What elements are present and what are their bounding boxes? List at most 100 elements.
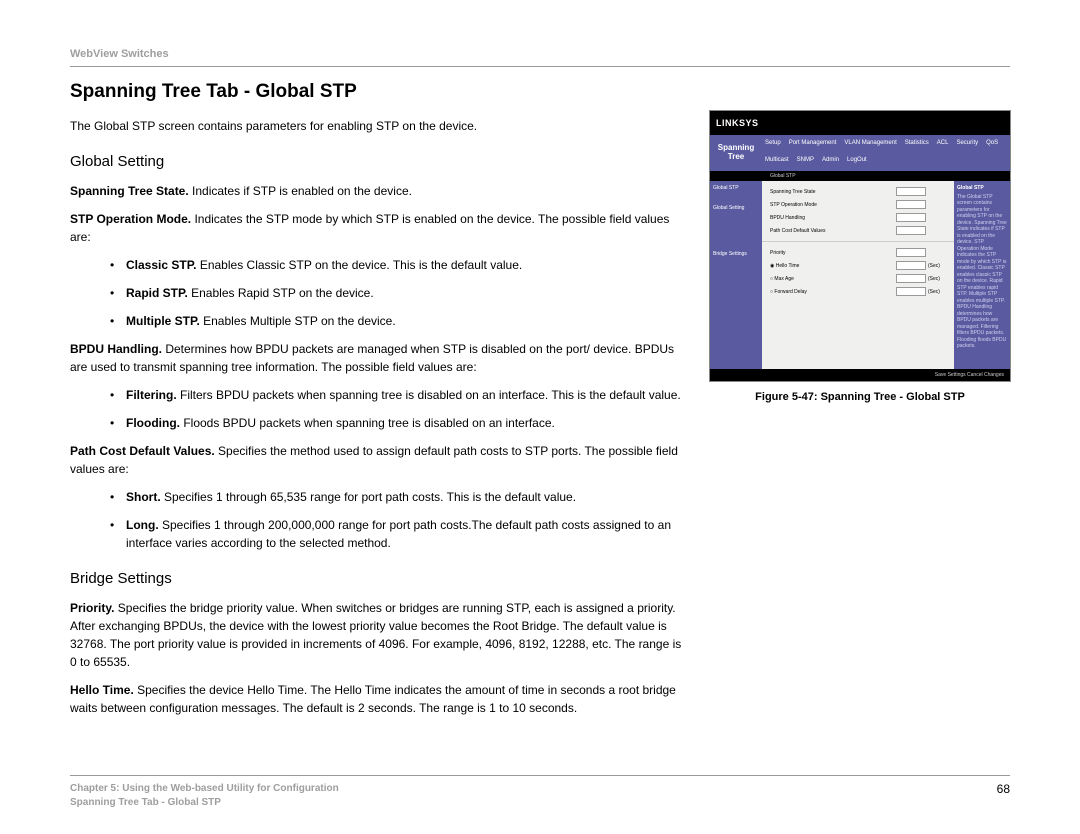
list-item: Short. Specifies 1 through 65,535 range … (70, 488, 682, 506)
nav-tab: Security (953, 139, 981, 147)
section-global-setting: Global Setting (70, 153, 682, 170)
sidebar-item: Global STP (713, 185, 759, 191)
nav-tab: QoS (983, 139, 1001, 147)
stp-operation-mode-desc: STP Operation Mode. Indicates the STP mo… (70, 210, 682, 246)
figure-subnav: Global STP (710, 171, 1010, 181)
page-number: 68 (997, 782, 1010, 796)
nav-tab: Multicast (762, 156, 792, 164)
label-bold: Priority. (70, 601, 114, 615)
nav-tab: VLAN Management (841, 139, 899, 147)
form-row: STP Operation Mode (770, 200, 946, 209)
input-field (896, 274, 926, 283)
figure-caption: Figure 5-47: Spanning Tree - Global STP (710, 391, 1010, 403)
item-text: Specifies 1 through 65,535 range for por… (161, 490, 576, 504)
form-row: Path Cost Default Values (770, 226, 946, 235)
nav-tab: ACL (934, 139, 952, 147)
sidebar-item: Global Setting (713, 205, 759, 211)
nav-label-line2: Tree (728, 153, 744, 162)
item-bold: Flooding. (126, 416, 180, 430)
item-bold: Multiple STP. (126, 314, 200, 328)
main-text-column: Spanning Tree Tab - Global STP The Globa… (70, 81, 682, 727)
nav-tab: Statistics (902, 139, 932, 147)
intro-paragraph: The Global STP screen contains parameter… (70, 117, 682, 135)
subnav-item: Global STP (770, 173, 796, 179)
sidebar-item: Bridge Settings (713, 251, 759, 257)
list-item: Flooding. Floods BPDU packets when spann… (70, 414, 682, 432)
item-text: Enables Multiple STP on the device. (200, 314, 396, 328)
running-header: WebView Switches (70, 48, 1010, 60)
form-label: STP Operation Mode (770, 202, 896, 208)
item-bold: Short. (126, 490, 161, 504)
nav-tab: Admin (819, 156, 842, 164)
form-label: Max Age (774, 276, 793, 282)
list-item: Classic STP. Enables Classic STP on the … (70, 256, 682, 274)
form-label: Priority (770, 250, 896, 256)
form-row: ◉ Hello Time(Sec) (770, 261, 946, 270)
path-cost-desc: Path Cost Default Values. Specifies the … (70, 442, 682, 478)
label-bold: BPDU Handling. (70, 342, 162, 356)
path-cost-list: Short. Specifies 1 through 65,535 range … (70, 488, 682, 552)
form-row: ○ Forward Delay(Sec) (770, 287, 946, 296)
bpdu-handling-desc: BPDU Handling. Determines how BPDU packe… (70, 340, 682, 376)
bpdu-list: Filtering. Filters BPDU packets when spa… (70, 386, 682, 432)
list-item: Filtering. Filters BPDU packets when spa… (70, 386, 682, 404)
figure-form-area: Spanning Tree State STP Operation Mode B… (762, 181, 954, 369)
form-label: Hello Time (776, 263, 800, 269)
dropdown-icon (896, 200, 926, 209)
label-text: Indicates if STP is enabled on the devic… (189, 184, 412, 198)
figure-help-sidebar: Global STP The Global STP screen contain… (954, 181, 1010, 369)
unit-label: (Sec) (928, 289, 946, 295)
linksys-logo: LINKSYS (716, 118, 759, 128)
form-label: BPDU Handling (770, 215, 896, 221)
nav-tab: LogOut (844, 156, 870, 164)
dropdown-icon (896, 226, 926, 235)
unit-label: (Sec) (928, 276, 946, 282)
hello-time-desc: Hello Time. Specifies the device Hello T… (70, 681, 682, 717)
form-label: Forward Delay (774, 289, 807, 295)
form-row: Spanning Tree State (770, 187, 946, 196)
footer-line2: Spanning Tree Tab - Global STP (70, 796, 339, 810)
label-bold: Path Cost Default Values. (70, 444, 215, 458)
item-bold: Filtering. (126, 388, 177, 402)
footer-line1: Chapter 5: Using the Web-based Utility f… (70, 782, 339, 796)
item-bold: Classic STP. (126, 258, 197, 272)
figure-screenshot: LINKSYS Spanning Tree Setup Port Managem… (710, 111, 1010, 381)
nav-tab: Setup (762, 139, 784, 147)
footer-rule (70, 775, 1010, 776)
label-bold: Hello Time. (70, 683, 134, 697)
input-field (896, 261, 926, 270)
list-item: Long. Specifies 1 through 200,000,000 ra… (70, 516, 682, 552)
nav-tab: SNMP (794, 156, 817, 164)
nav-tab: Port Management (786, 139, 840, 147)
figure-nav: Spanning Tree Setup Port Management VLAN… (710, 135, 1010, 171)
footer-buttons-text: Save Settings Cancel Changes (935, 372, 1004, 378)
header-rule (70, 66, 1010, 67)
section-bridge-settings: Bridge Settings (70, 570, 682, 587)
item-text: Enables Rapid STP on the device. (188, 286, 374, 300)
form-row: Priority (770, 248, 946, 257)
dropdown-icon (896, 213, 926, 222)
item-text: Filters BPDU packets when spanning tree … (177, 388, 681, 402)
input-field (896, 248, 926, 257)
form-row: BPDU Handling (770, 213, 946, 222)
list-item: Rapid STP. Enables Rapid STP on the devi… (70, 284, 682, 302)
nav-tabs: Setup Port Management VLAN Management St… (762, 135, 1010, 171)
help-heading: Global STP (957, 185, 1007, 192)
input-field (896, 287, 926, 296)
page-title: Spanning Tree Tab - Global STP (70, 81, 682, 103)
help-text: The Global STP screen contains parameter… (957, 194, 1007, 350)
label-bold: STP Operation Mode. (70, 212, 191, 226)
item-text: Enables Classic STP on the device. This … (197, 258, 523, 272)
priority-desc: Priority. Specifies the bridge priority … (70, 599, 682, 671)
figure-footer: Save Settings Cancel Changes (710, 369, 1010, 381)
spanning-tree-state-desc: Spanning Tree State. Indicates if STP is… (70, 182, 682, 200)
item-bold: Long. (126, 518, 159, 532)
label-text: Specifies the device Hello Time. The Hel… (70, 683, 676, 715)
list-item: Multiple STP. Enables Multiple STP on th… (70, 312, 682, 330)
item-text: Specifies 1 through 200,000,000 range fo… (126, 518, 671, 550)
figure-column: LINKSYS Spanning Tree Setup Port Managem… (710, 81, 1010, 727)
figure-left-sidebar: Global STP Global Setting Bridge Setting… (710, 181, 762, 369)
form-row: ○ Max Age(Sec) (770, 274, 946, 283)
footer-chapter-info: Chapter 5: Using the Web-based Utility f… (70, 782, 339, 810)
label-text: Specifies the bridge priority value. Whe… (70, 601, 681, 669)
